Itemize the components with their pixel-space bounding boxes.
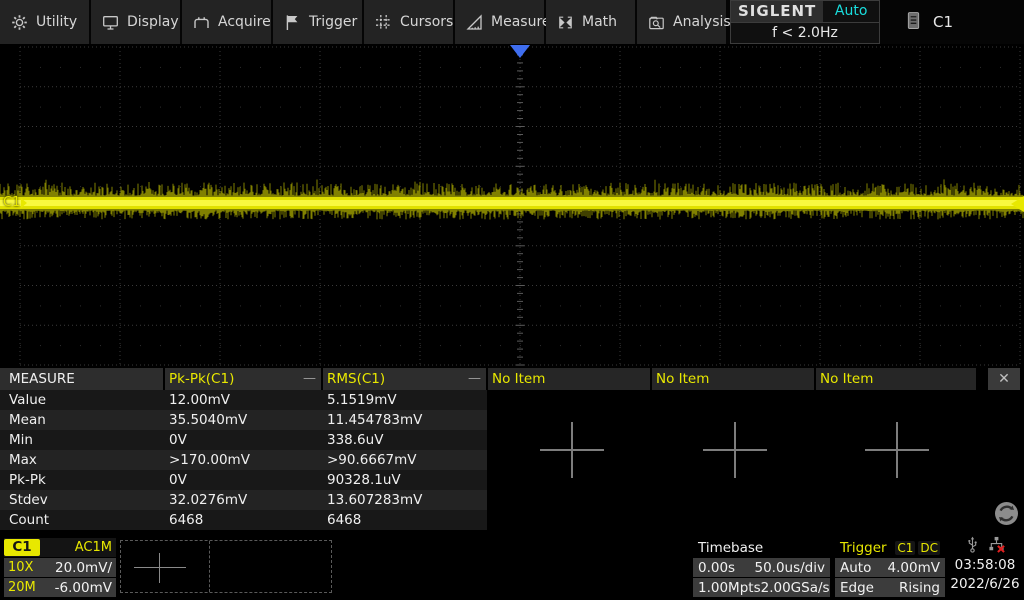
channel1-probe: 10X [8,560,33,575]
menu-item-cursors[interactable]: Cursors [364,0,453,44]
channel1-arrow-icon [21,198,27,208]
display-icon [102,14,119,31]
reset-statistics-icon[interactable] [993,500,1020,527]
channel1-info-box[interactable]: C1 AC1M 10X 20.0mV/ 20M -6.00mV [4,538,116,595]
clock-date: 2022/6/26 [948,575,1022,594]
remove-measurement-button[interactable]: — [303,368,316,390]
add-channel-button[interactable] [134,553,186,583]
menu-item-label: Measure [491,14,551,30]
trigger-position-marker[interactable] [510,45,530,58]
table-row-pk-pk: Pk-Pk0V90328.1uV [0,470,487,490]
frequency-counter: f < 2.0Hz [731,23,879,44]
acquisition-status: Auto [823,3,879,19]
menu-item-acquire[interactable]: Acquire [182,0,271,44]
status-bar: C1 AC1M 10X 20.0mV/ 20M -6.00mV Timebase… [0,535,1024,600]
measure-column-empty[interactable]: No Item [652,368,814,390]
menu-item-label: Trigger [309,14,357,30]
trigger-source-chip: C1 [895,541,915,555]
trigger-level-marker[interactable] [1011,196,1024,212]
measure-column-empty[interactable]: No Item [816,368,976,390]
add-measurement-button-1[interactable] [540,422,604,478]
waveform-display[interactable]: C1 [0,44,1024,368]
menu-items: UtilityDisplayAcquireTriggerCursorsMeasu… [0,0,728,44]
channel1-offset-marker[interactable]: C1 [3,195,27,210]
analysis-icon [648,14,665,31]
menu-item-display[interactable]: Display [91,0,180,44]
channel1-bandwidth: 20M [8,580,36,595]
add-channel-box[interactable] [120,540,332,593]
menu-item-measure[interactable]: Measure [455,0,544,44]
gear-icon [11,14,28,31]
channel1-badge: C1 [4,539,40,556]
acquire-icon [193,14,210,31]
flag-icon [284,14,301,31]
trigger-type: Edge [840,580,874,596]
measurement-panel: MEASURE Pk-Pk(C1)—RMS(C1)—No ItemNo Item… [0,368,1024,532]
remove-measurement-button[interactable]: — [468,368,481,390]
add-measurement-button-3[interactable] [865,422,929,478]
table-row-min: Min0V338.6uV [0,430,487,450]
table-row-count: Count64686468 [0,510,487,530]
channel1-offset: -6.00mV [55,580,112,596]
menu-item-label: Cursors [400,14,453,30]
channel-widget-label: C1 [933,13,953,31]
menu-item-trigger[interactable]: Trigger [273,0,362,44]
menu-item-label: Acquire [218,14,271,30]
timebase-delay: 0.00s [698,560,735,576]
close-measure-button[interactable]: ✕ [988,368,1020,390]
trigger-label: Trigger [840,540,887,556]
trigger-level: 4.00mV [888,560,940,576]
timebase-scale: 50.0us/div [754,560,825,576]
menu-item-label: Utility [36,14,77,30]
menu-item-label: Display [127,14,179,30]
oscilloscope-screen: UtilityDisplayAcquireTriggerCursorsMeasu… [0,0,1024,600]
cursors-icon [375,14,392,31]
channel-selector-widget[interactable]: C1 [890,0,969,44]
add-measurement-button-2[interactable] [703,422,767,478]
measure-table-title: MEASURE [0,368,163,390]
graticule-and-trace [0,44,1024,368]
menu-item-utility[interactable]: Utility [0,0,89,44]
channel1-scale: 20.0mV/ [55,560,112,576]
table-row-stdev: Stdev32.0276mV13.607283mV [0,490,487,510]
menu-item-math[interactable]: Math [546,0,635,44]
table-row-mean: Mean35.5040mV11.454783mV [0,410,487,430]
measure-icon [466,14,483,31]
timebase-label: Timebase [693,538,830,557]
trigger-panel[interactable]: Trigger C1 DC Auto 4.00mV Edge Rising [835,538,945,597]
channel-list-icon [906,11,921,34]
timebase-samplerate: 2.00GSa/s [761,580,830,596]
math-icon [557,14,574,31]
clock-time: 03:58:08 [948,556,1022,575]
usb-icon [966,536,979,557]
trigger-slope: Rising [899,580,940,596]
brand-block: SIGLENT Auto f < 2.0Hz [730,0,880,44]
menu-bar: UtilityDisplayAcquireTriggerCursorsMeasu… [0,0,1024,44]
system-status-block: 03:58:08 2022/6/26 [948,537,1022,594]
measure-column-Pk-Pk(C1)[interactable]: Pk-Pk(C1)— [165,368,321,390]
trigger-mode: Auto [840,560,871,576]
timebase-panel[interactable]: Timebase 0.00s 50.0us/div 1.00Mpts 2.00G… [693,538,830,597]
menu-item-analysis[interactable]: Analysis [637,0,726,44]
table-row-max: Max>170.00mV>90.6667mV [0,450,487,470]
menu-item-label: Analysis [673,14,731,30]
measure-column-empty[interactable]: No Item [488,368,650,390]
siglent-logo: SIGLENT [731,1,823,22]
lan-disconnected-icon [988,536,1005,557]
measure-column-RMS(C1)[interactable]: RMS(C1)— [323,368,486,390]
channel1-coupling: AC1M [75,540,116,555]
menu-item-label: Math [582,14,617,30]
trigger-coupling-chip: DC [918,541,940,555]
table-row-value: Value12.00mV5.1519mV [0,390,487,410]
timebase-memory: 1.00Mpts [698,580,761,596]
